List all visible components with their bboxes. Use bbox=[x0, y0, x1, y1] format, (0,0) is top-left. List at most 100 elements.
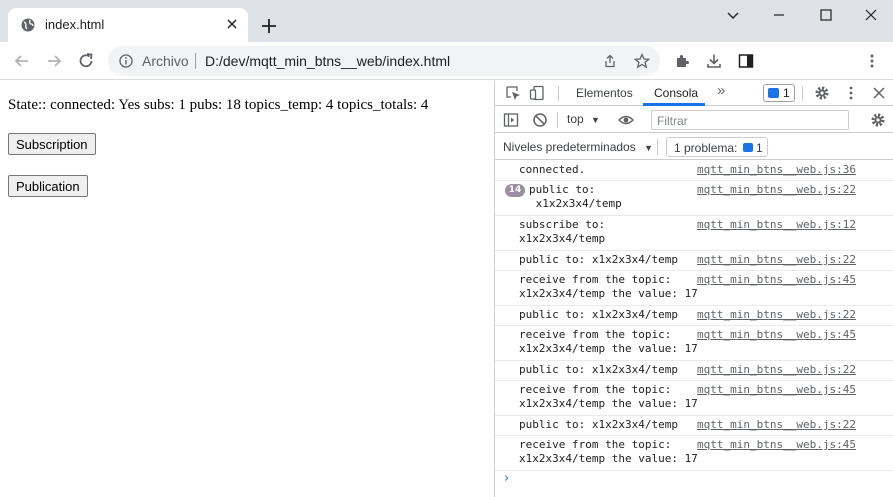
console-message: subscribe to: x1x2x3x4/temp mqtt_min_btn… bbox=[495, 216, 893, 251]
tab-divider bbox=[558, 86, 559, 101]
console-message: public to: x1x2x3x4/temp mqtt_min_btns__… bbox=[495, 361, 893, 381]
issues-button[interactable]: 1 problema: 1 bbox=[666, 137, 768, 157]
console-message: 14 public to: x1x2x3x4/temp mqtt_min_btn… bbox=[495, 181, 893, 216]
device-toolbar-icon[interactable] bbox=[529, 85, 545, 101]
message-text: public to: x1x2x3x4/temp bbox=[519, 363, 678, 376]
devtools-tab-bar: Elementos Consola » 1 bbox=[495, 81, 893, 106]
message-source-link[interactable]: mqtt_min_btns__web.js:22 bbox=[697, 253, 856, 267]
context-value: top bbox=[567, 112, 584, 126]
message-source-link[interactable]: mqtt_min_btns__web.js:22 bbox=[697, 418, 856, 432]
message-source-link[interactable]: mqtt_min_btns__web.js:45 bbox=[697, 383, 856, 397]
maximize-icon[interactable] bbox=[818, 7, 834, 23]
globe-icon bbox=[21, 18, 35, 32]
publication-button[interactable]: Publication bbox=[8, 175, 88, 197]
toolbar-divider bbox=[657, 139, 658, 155]
issues-label: 1 problema: bbox=[674, 141, 738, 155]
repeat-count-badge: 14 bbox=[505, 184, 525, 197]
console-message: public to: x1x2x3x4/temp mqtt_min_btns__… bbox=[495, 251, 893, 271]
issues-count: 1 bbox=[756, 141, 763, 155]
issue-icon bbox=[768, 88, 779, 98]
eye-icon[interactable] bbox=[618, 112, 634, 128]
close-devtools-icon[interactable] bbox=[871, 85, 887, 101]
message-source-link[interactable]: mqtt_min_btns__web.js:22 bbox=[697, 183, 856, 197]
console-message: public to: x1x2x3x4/temp mqtt_min_btns__… bbox=[495, 306, 893, 326]
inspect-element-icon[interactable] bbox=[505, 85, 521, 101]
reload-icon[interactable] bbox=[76, 51, 96, 71]
devtools-panel: Elementos Consola » 1 top ▼ Filtrar Nive… bbox=[494, 81, 893, 497]
issues-counter[interactable]: 1 bbox=[763, 84, 795, 102]
new-tab-icon[interactable] bbox=[260, 17, 278, 35]
issue-count: 1 bbox=[783, 86, 790, 100]
address-scheme: Archivo bbox=[142, 53, 189, 69]
address-url[interactable]: D:/dev/mqtt_min_btns__web/index.html bbox=[205, 53, 450, 69]
console-message: connected. mqtt_min_btns__web.js:36 bbox=[495, 161, 893, 181]
console-prompt[interactable]: › bbox=[504, 471, 509, 486]
tab-title: index.html bbox=[45, 17, 105, 32]
forward-icon[interactable] bbox=[44, 51, 64, 71]
tab-strip: index.html bbox=[0, 0, 893, 42]
message-text: public to: x1x2x3x4/temp bbox=[519, 308, 678, 321]
bookmark-star-icon[interactable] bbox=[634, 53, 650, 69]
subscription-button[interactable]: Subscription bbox=[8, 133, 96, 155]
side-panel-icon[interactable] bbox=[738, 53, 754, 69]
more-menu-icon[interactable] bbox=[864, 53, 880, 69]
issue-icon bbox=[743, 143, 753, 152]
message-text: public to: x1x2x3x4/temp bbox=[519, 418, 678, 431]
message-source-link[interactable]: mqtt_min_btns__web.js:12 bbox=[697, 218, 856, 232]
settings-gear-icon[interactable] bbox=[814, 85, 830, 101]
download-icon[interactable] bbox=[706, 53, 722, 69]
toolbar-divider bbox=[557, 112, 558, 128]
active-tab-indicator bbox=[643, 103, 705, 106]
console-message: public to: x1x2x3x4/temp mqtt_min_btns__… bbox=[495, 416, 893, 436]
address-separator bbox=[195, 53, 196, 69]
console-message: receive from the topic: x1x2x3x4/temp th… bbox=[495, 436, 893, 471]
log-levels-label: Niveles predeterminados bbox=[503, 140, 636, 154]
message-text: receive from the topic: x1x2x3x4/temp th… bbox=[519, 273, 698, 300]
message-source-link[interactable]: mqtt_min_btns__web.js:45 bbox=[697, 438, 856, 452]
caret-down-icon: ▼ bbox=[644, 143, 653, 153]
tab-elements[interactable]: Elementos bbox=[576, 86, 633, 100]
console-message: receive from the topic: x1x2x3x4/temp th… bbox=[495, 326, 893, 361]
message-text: receive from the topic: x1x2x3x4/temp th… bbox=[519, 328, 698, 355]
extensions-icon[interactable] bbox=[674, 53, 690, 69]
message-text: connected. bbox=[519, 163, 586, 176]
message-text: subscribe to: x1x2x3x4/temp bbox=[519, 218, 606, 245]
address-bar[interactable]: Archivo D:/dev/mqtt_min_btns__web/index.… bbox=[108, 46, 660, 76]
console-settings-icon[interactable] bbox=[870, 112, 886, 128]
back-icon[interactable] bbox=[12, 51, 32, 71]
clear-console-icon[interactable] bbox=[532, 112, 548, 128]
chevron-down-icon[interactable] bbox=[725, 7, 741, 23]
message-source-link[interactable]: mqtt_min_btns__web.js:36 bbox=[697, 163, 856, 177]
browser-tab[interactable]: index.html bbox=[8, 8, 248, 42]
console-message: receive from the topic: x1x2x3x4/temp th… bbox=[495, 271, 893, 306]
log-levels-select[interactable]: Niveles predeterminados ▼ bbox=[503, 140, 653, 154]
console-output[interactable]: connected. mqtt_min_btns__web.js:36 14 p… bbox=[495, 161, 893, 497]
message-text: receive from the topic: x1x2x3x4/temp th… bbox=[519, 438, 698, 465]
share-icon[interactable] bbox=[603, 54, 617, 68]
message-source-link[interactable]: mqtt_min_btns__web.js:22 bbox=[697, 363, 856, 377]
more-tabs-icon[interactable]: » bbox=[717, 82, 725, 99]
levels-toolbar: Niveles predeterminados ▼ 1 problema: 1 bbox=[495, 134, 893, 160]
message-source-link[interactable]: mqtt_min_btns__web.js:45 bbox=[697, 328, 856, 342]
tab-console[interactable]: Consola bbox=[654, 86, 698, 100]
message-text: public to: x1x2x3x4/temp bbox=[529, 183, 622, 210]
browser-toolbar: Archivo D:/dev/mqtt_min_btns__web/index.… bbox=[0, 42, 893, 80]
tab-divider bbox=[802, 86, 803, 101]
close-tab-icon[interactable] bbox=[224, 16, 240, 32]
message-source-link[interactable]: mqtt_min_btns__web.js:45 bbox=[697, 273, 856, 287]
caret-down-icon: ▼ bbox=[591, 115, 600, 125]
context-select[interactable]: top ▼ bbox=[567, 112, 600, 126]
page-content: State:: connected: Yes subs: 1 pubs: 18 … bbox=[0, 81, 494, 497]
close-window-icon[interactable] bbox=[863, 7, 879, 23]
console-toolbar: top ▼ Filtrar bbox=[495, 107, 893, 133]
console-message: receive from the topic: x1x2x3x4/temp th… bbox=[495, 381, 893, 416]
message-text: receive from the topic: x1x2x3x4/temp th… bbox=[519, 383, 698, 410]
message-source-link[interactable]: mqtt_min_btns__web.js:22 bbox=[697, 308, 856, 322]
minimize-icon[interactable] bbox=[771, 7, 787, 23]
console-sidebar-icon[interactable] bbox=[503, 112, 519, 128]
devtools-menu-icon[interactable] bbox=[843, 85, 859, 101]
message-text: public to: x1x2x3x4/temp bbox=[519, 253, 678, 266]
info-icon[interactable] bbox=[119, 54, 133, 68]
state-text: State:: connected: Yes subs: 1 pubs: 18 … bbox=[8, 97, 429, 113]
filter-input[interactable]: Filtrar bbox=[651, 110, 849, 130]
